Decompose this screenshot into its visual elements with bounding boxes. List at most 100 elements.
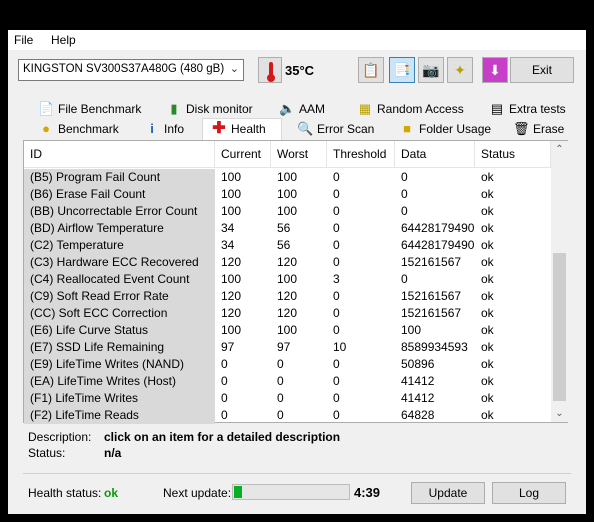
extra-tests-icon: ▤ — [490, 101, 504, 116]
table-row[interactable]: (CC) Soft ECC Correction 120 120 0 152161567… — [24, 305, 551, 322]
copy-image-button[interactable]: 📑 — [389, 57, 415, 83]
cell-worst: 0 — [277, 391, 284, 405]
column-header-current[interactable]: Current — [215, 141, 271, 168]
cell-current: 34 — [221, 221, 235, 235]
cell-threshold: 10 — [333, 340, 347, 354]
exit-button[interactable]: Exit — [510, 57, 574, 83]
tab-aam[interactable]: 🔈 AAM — [271, 99, 325, 119]
copy-text-button[interactable]: 📋 — [358, 57, 384, 83]
cell-data: 0 — [401, 170, 408, 184]
table-row[interactable]: (EA) LifeTime Writes (Host) 0 0 0 41412 ok — [24, 373, 551, 390]
cell-worst: 56 — [277, 238, 291, 252]
tab-erase[interactable]: 🗑 Erase — [505, 119, 564, 139]
cell-status: ok — [481, 187, 494, 201]
cell-data: 8589934593 — [401, 340, 468, 354]
table-row[interactable]: (C2) Temperature 34 56 0 64428179490 ok — [24, 237, 551, 254]
cell-worst: 0 — [277, 408, 284, 422]
table-row[interactable]: (C9) Soft Read Error Rate 120 120 0 15216156… — [24, 288, 551, 305]
cell-current: 0 — [221, 391, 228, 405]
cell-threshold: 0 — [333, 221, 340, 235]
table-row[interactable]: (B6) Erase Fail Count 100 100 0 0 ok — [24, 186, 551, 203]
cell-threshold: 0 — [333, 408, 340, 422]
update-button[interactable]: Update — [411, 482, 485, 504]
table-row[interactable]: (C3) Hardware ECC Recovered 120 120 0 152161… — [24, 254, 551, 271]
table-row[interactable]: (F2) LifeTime Reads 0 0 0 64828 ok — [24, 407, 551, 424]
benchmark-icon: ● — [42, 121, 50, 136]
cell-id: (B6) Erase Fail Count — [24, 186, 215, 203]
table-row[interactable]: (E7) SSD Life Remaining 97 97 10 8589934593 o… — [24, 339, 551, 356]
cell-id: (E7) SSD Life Remaining — [24, 339, 215, 356]
table-row[interactable]: (BD) Airflow Temperature 34 56 0 64428179490… — [24, 220, 551, 237]
tab-label: Disk monitor — [186, 102, 253, 116]
cell-current: 34 — [221, 238, 235, 252]
tab-disk-monitor[interactable]: ▮ Disk monitor — [158, 99, 253, 119]
column-header-threshold[interactable]: Threshold — [327, 141, 395, 168]
copy-image-icon: 📑 — [393, 62, 411, 78]
status-value: n/a — [104, 446, 122, 460]
divider — [23, 473, 571, 474]
options-button[interactable]: ✦ — [447, 57, 473, 83]
menu-help[interactable]: Help — [51, 33, 76, 47]
tab-error-scan[interactable]: 🔍 Error Scan — [289, 119, 374, 139]
cell-current: 120 — [221, 306, 242, 320]
health-status-label: Health status: — [28, 486, 102, 500]
cell-threshold: 0 — [333, 391, 340, 405]
camera-icon: 📷 — [422, 62, 440, 78]
cell-current: 120 — [221, 255, 242, 269]
cell-worst: 120 — [277, 255, 298, 269]
cell-worst: 0 — [277, 374, 284, 388]
tab-label: File Benchmark — [58, 102, 142, 116]
cell-worst: 100 — [277, 323, 298, 337]
column-header-status[interactable]: Status — [475, 141, 551, 168]
table-row[interactable]: (BB) Uncorrectable Error Count 100 100 0 0 ok — [24, 203, 551, 220]
thermometer-icon — [258, 57, 282, 83]
tab-file-benchmark[interactable]: 📄 File Benchmark — [30, 99, 141, 119]
cell-status: ok — [481, 391, 494, 405]
tab-folder-usage[interactable]: ■ Folder Usage — [391, 119, 491, 139]
table-row[interactable]: (B5) Program Fail Count 100 100 0 0 ok — [24, 169, 551, 186]
table-row[interactable]: (E6) Life Curve Status 100 100 0 100 ok — [24, 322, 551, 339]
column-header-worst[interactable]: Worst — [271, 141, 327, 168]
scroll-thumb[interactable] — [553, 253, 566, 401]
tab-label: Erase — [533, 122, 565, 136]
menu-bar: File Help — [8, 30, 586, 50]
column-header-id[interactable]: ID — [24, 141, 215, 168]
cell-worst: 120 — [277, 289, 298, 303]
scroll-down-icon[interactable]: ⌄ — [551, 405, 568, 422]
log-button[interactable]: Log — [492, 482, 566, 504]
cell-data: 0 — [401, 187, 408, 201]
save-button[interactable]: ⬇ — [482, 57, 508, 83]
cell-id: (C3) Hardware ECC Recovered — [24, 254, 215, 271]
cell-current: 100 — [221, 187, 242, 201]
smart-grid: ID Current Worst Threshold Data Status (… — [24, 141, 551, 424]
cell-threshold: 0 — [333, 357, 340, 371]
table-row[interactable]: (C4) Reallocated Event Count 100 100 3 0 ok — [24, 271, 551, 288]
error-scan-icon: 🔍 — [297, 121, 314, 136]
tab-extra-tests[interactable]: ▤ Extra tests — [481, 99, 566, 119]
drive-select[interactable]: KINGSTON SV300S37A480G (480 gB) ⌄ — [18, 59, 244, 81]
cell-threshold: 0 — [333, 289, 340, 303]
tab-info[interactable]: i Info — [136, 119, 184, 139]
table-row[interactable]: (F1) LifeTime Writes 0 0 0 41412 ok — [24, 390, 551, 407]
cell-id: (F2) LifeTime Reads — [24, 407, 215, 424]
cell-threshold: 0 — [333, 306, 340, 320]
cell-id: (B5) Program Fail Count — [24, 169, 215, 186]
table-row[interactable]: (E9) LifeTime Writes (NAND) 0 0 0 50896 ok — [24, 356, 551, 373]
next-update-progress — [232, 484, 350, 500]
vertical-scrollbar[interactable]: ⌃ ⌄ — [551, 141, 568, 422]
cell-id: (C9) Soft Read Error Rate — [24, 288, 215, 305]
tab-random-access[interactable]: ▦ Random Access — [349, 99, 464, 119]
trash-icon: 🗑 — [513, 121, 530, 136]
scroll-up-icon[interactable]: ⌃ — [551, 141, 568, 158]
description-label: Description: — [28, 430, 92, 444]
cell-data: 0 — [401, 272, 408, 286]
menu-file[interactable]: File — [14, 33, 33, 47]
cell-current: 0 — [221, 357, 228, 371]
cell-status: ok — [481, 272, 494, 286]
column-header-data[interactable]: Data — [395, 141, 475, 168]
tab-benchmark[interactable]: ● Benchmark — [30, 119, 119, 139]
tab-health[interactable]: ✚ Health — [202, 118, 282, 140]
tab-label: Folder Usage — [419, 122, 492, 136]
screenshot-button[interactable]: 📷 — [418, 57, 444, 83]
tab-label: Health — [231, 122, 266, 136]
